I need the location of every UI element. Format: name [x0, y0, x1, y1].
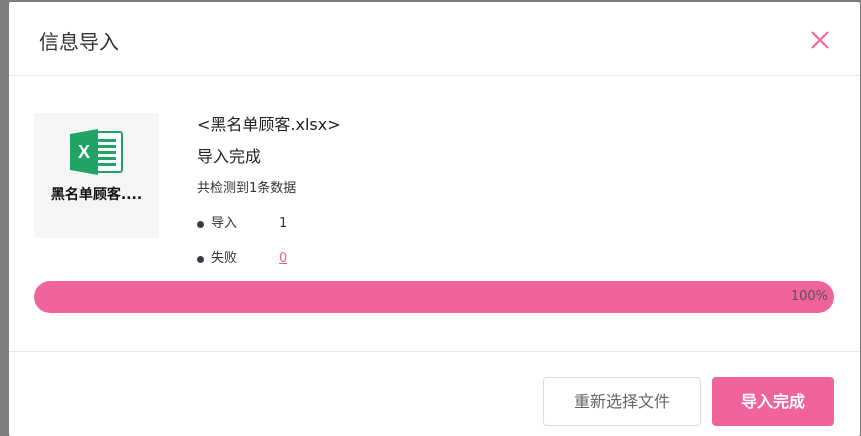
close-icon[interactable]	[810, 30, 830, 50]
file-card: X 黑名单顾客....	[34, 113, 159, 238]
file-card-name: 黑名单顾客....	[50, 187, 143, 203]
excel-file-icon: X	[70, 129, 124, 175]
imported-label: 导入	[211, 216, 238, 231]
detected-count: 共检测到1条数据	[197, 181, 297, 196]
failed-label: 失败	[211, 251, 238, 266]
import-progress-bar: 100%	[34, 281, 834, 313]
progress-fill	[34, 281, 834, 313]
bullet-dot-icon	[197, 256, 204, 263]
svg-text:X: X	[78, 142, 90, 162]
reselect-file-button[interactable]: 重新选择文件	[543, 377, 701, 426]
bullet-dot-icon	[197, 221, 204, 228]
dialog-header: 信息导入	[9, 2, 860, 76]
imported-count: 1	[279, 216, 288, 231]
import-dialog: 信息导入 X 黑名单顾客.... <黑名单顾客.xlsx> 导入完成 共检测到1…	[9, 2, 860, 436]
import-done-button[interactable]: 导入完成	[712, 377, 834, 426]
footer-divider	[9, 351, 860, 352]
failed-count-link[interactable]: 0	[279, 250, 287, 268]
import-status: 导入完成	[197, 147, 262, 166]
dialog-title: 信息导入	[39, 30, 119, 54]
progress-label: 100%	[790, 289, 828, 304]
file-display-name: <黑名单顾客.xlsx>	[197, 115, 341, 134]
